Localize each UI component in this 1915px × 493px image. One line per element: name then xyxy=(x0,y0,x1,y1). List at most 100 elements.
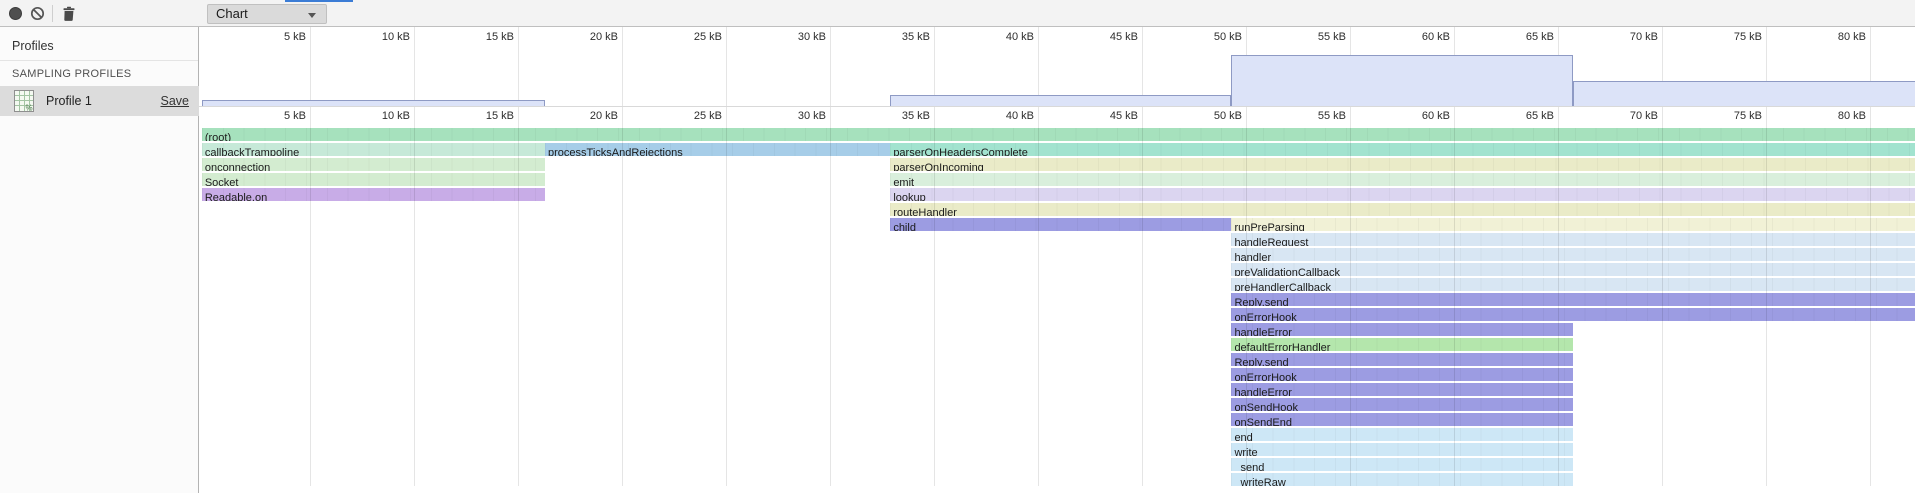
flame-frame[interactable]: defaultErrorHandler xyxy=(1231,338,1572,351)
flame-frame[interactable]: onconnection xyxy=(202,158,545,171)
flame-frame[interactable]: routeHandler xyxy=(890,203,1915,216)
frame-label: onSendEnd xyxy=(1231,417,1292,426)
flame-tick-label: 15 kB xyxy=(453,110,514,122)
flame-tick-label: 40 kB xyxy=(973,110,1034,122)
flame-frame[interactable]: preValidationCallback xyxy=(1231,263,1915,276)
profiles-title: Profiles xyxy=(12,39,54,53)
flame-frame[interactable]: _send xyxy=(1231,458,1572,471)
chevron-down-icon xyxy=(308,13,316,18)
flame-frame[interactable]: preHandlerCallback xyxy=(1231,278,1915,291)
flame-chart-panel[interactable]: 5 kB5 kB10 kB10 kB15 kB15 kB20 kB20 kB25… xyxy=(199,27,1915,493)
flame-frame[interactable]: Readable.on xyxy=(202,188,545,201)
flame-tick-label: 20 kB xyxy=(557,110,618,122)
flame-gridline xyxy=(1870,107,1871,486)
flame-gridline xyxy=(622,107,623,486)
flame-tick-label: 45 kB xyxy=(1077,110,1138,122)
frame-label: Reply.send xyxy=(1231,297,1288,306)
flame-gridline xyxy=(518,107,519,486)
overview-tick-label: 15 kB xyxy=(453,31,514,43)
flame-frame[interactable]: (root) xyxy=(202,128,1915,141)
profile-name: Profile 1 xyxy=(46,94,92,108)
flame-frame[interactable]: callbackTrampoline xyxy=(202,143,545,156)
flame-tick-label: 50 kB xyxy=(1181,110,1242,122)
flame-tick-label: 30 kB xyxy=(765,110,826,122)
overview-tick-label: 55 kB xyxy=(1285,31,1346,43)
flame-frame[interactable]: parserOnIncoming xyxy=(890,158,1915,171)
chart-view-select[interactable]: Chart xyxy=(207,4,327,24)
frame-label: routeHandler xyxy=(890,207,957,216)
flame-gridline xyxy=(414,107,415,486)
overview-segment xyxy=(1231,55,1572,106)
frame-label: _writeRaw xyxy=(1231,477,1285,486)
overview-tick-label: 75 kB xyxy=(1701,31,1762,43)
frame-label: _send xyxy=(1231,462,1264,471)
save-profile-link[interactable]: Save xyxy=(161,94,190,108)
flame-frame[interactable]: Reply.send xyxy=(1231,293,1915,306)
flame-gridline xyxy=(1350,107,1351,486)
flame-frame[interactable]: onSendEnd xyxy=(1231,413,1572,426)
frame-label: handleError xyxy=(1231,327,1291,336)
frame-label: onSendHook xyxy=(1231,402,1298,411)
flame-frame[interactable]: write_ xyxy=(1231,443,1572,456)
flame-frame[interactable]: child xyxy=(890,218,1231,231)
flame-frame[interactable]: runPreParsing xyxy=(1231,218,1915,231)
overview-gridline xyxy=(414,27,415,106)
overview-tick-label: 50 kB xyxy=(1181,31,1242,43)
flame-frame[interactable]: parserOnHeadersComplete xyxy=(890,143,1915,156)
flame-tick-label: 75 kB xyxy=(1701,110,1762,122)
flame-frame[interactable]: lookup xyxy=(890,188,1915,201)
flame-gridline xyxy=(1142,107,1143,486)
flame-frame[interactable]: end xyxy=(1231,428,1572,441)
flame-gridline xyxy=(934,107,935,486)
frame-label: onErrorHook xyxy=(1231,372,1296,381)
frame-label: preValidationCallback xyxy=(1231,267,1340,276)
flame-gridline xyxy=(830,107,831,486)
frame-label: handleRequest xyxy=(1231,237,1308,246)
flame-frame[interactable]: onSendHook xyxy=(1231,398,1572,411)
flame-gridline xyxy=(1246,107,1247,486)
flame-frame[interactable]: Reply.send xyxy=(1231,353,1572,366)
toolbar-separator xyxy=(52,5,53,22)
flame-gridline xyxy=(310,107,311,486)
flame-tick-label: 25 kB xyxy=(661,110,722,122)
frame-label: write_ xyxy=(1231,447,1263,456)
frame-label: Socket xyxy=(202,177,239,186)
flame-frame[interactable]: handleError xyxy=(1231,383,1572,396)
chart-view-select-value: Chart xyxy=(216,6,248,21)
trash-icon xyxy=(62,6,76,21)
flame-gridline xyxy=(1662,107,1663,486)
overview-gridline xyxy=(310,27,311,106)
flame-frame[interactable]: _writeRaw xyxy=(1231,473,1572,486)
flame-frame[interactable]: handleRequest xyxy=(1231,233,1915,246)
overview-tick-label: 45 kB xyxy=(1077,31,1138,43)
flame-frame[interactable]: Socket xyxy=(202,173,545,186)
sampling-profiles-header: SAMPLING PROFILES xyxy=(12,68,131,80)
frame-label: child xyxy=(890,222,916,231)
overview-gridline xyxy=(830,27,831,106)
flame-frame[interactable]: emit xyxy=(890,173,1915,186)
overview-bottom-border xyxy=(199,106,1915,107)
overview-tick-label: 70 kB xyxy=(1597,31,1658,43)
frame-label: Readable.on xyxy=(202,192,267,201)
flame-frame[interactable]: processTicksAndRejections xyxy=(545,143,890,156)
sidebar-item-profile-1[interactable]: % Profile 1 Save xyxy=(0,86,199,116)
clear-button[interactable] xyxy=(30,6,45,21)
overview-tick-label: 60 kB xyxy=(1389,31,1450,43)
svg-text:%: % xyxy=(26,104,33,113)
flame-frame[interactable]: handleError xyxy=(1231,323,1572,336)
flame-frame[interactable]: onErrorHook xyxy=(1231,308,1915,321)
delete-profile-button[interactable] xyxy=(61,6,76,21)
overview-tick-label: 30 kB xyxy=(765,31,826,43)
devtools-profiler-panel: Chart Profiles SAMPLING PROFILES % Profi… xyxy=(0,0,1915,493)
overview-tick-label: 40 kB xyxy=(973,31,1034,43)
record-button[interactable] xyxy=(8,6,23,21)
frame-label: Reply.send xyxy=(1231,357,1288,366)
overview-segment xyxy=(890,95,1231,106)
flame-frame[interactable]: onErrorHook xyxy=(1231,368,1572,381)
overview-segment xyxy=(1573,81,1915,106)
frame-label: emit xyxy=(890,177,914,186)
overview-gridline xyxy=(726,27,727,106)
flame-tick-label: 10 kB xyxy=(349,110,410,122)
flame-tick-label: 70 kB xyxy=(1597,110,1658,122)
flame-frame[interactable]: handler xyxy=(1231,248,1915,261)
